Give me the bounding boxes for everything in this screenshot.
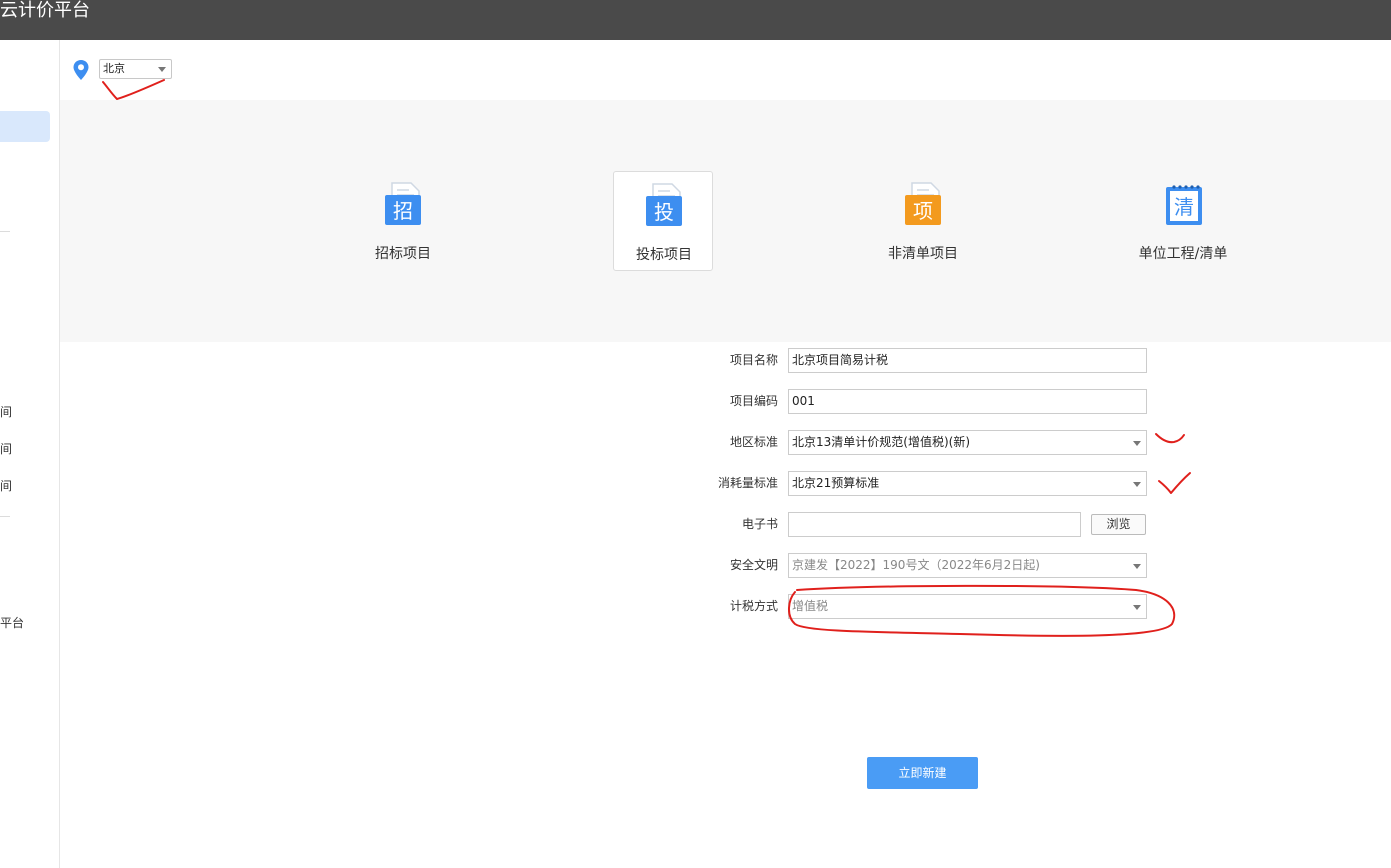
app-title: 云计价平台 [0,0,90,21]
sidebar: 间 间 间 平台 [0,40,60,868]
ebook-input[interactable] [788,512,1081,537]
card-glyph: 项 [913,199,933,223]
chevron-down-icon [1133,441,1141,446]
select-value: 北京21预算标准 [792,476,880,490]
field-label: 项目编码 [729,394,778,408]
tax-method-select[interactable]: 增值税 [788,594,1147,619]
field-label: 项目名称 [729,353,778,367]
field-label: 电子书 [741,517,778,531]
form-row-tax-method: 计税方式 增值税 [700,593,1160,619]
field-label: 计税方式 [729,599,778,613]
project-type-unit-bill[interactable]: 清 单位工程/清单 [1133,171,1233,271]
project-type-tender[interactable]: 招 招标项目 [353,171,453,271]
bid-document-icon: 投 [646,183,682,226]
tender-document-icon: 招 [385,182,421,225]
project-type-panel: 招 招标项目 投 投标项目 项 非清单项目 清 单位工程/清单 [60,100,1391,342]
sidebar-divider [0,516,10,517]
annotation-mark-region [1155,433,1185,444]
project-code-input[interactable]: 001 [788,389,1147,414]
card-label: 投标项目 [636,247,692,263]
city-select-value: 北京 [103,62,125,75]
form-row-safety-civilization: 安全文明 京建发【2022】190号文（2022年6月2日起) [700,552,1160,578]
browse-button[interactable]: 浏览 [1091,514,1146,535]
title-bar: 云计价平台 [0,0,1391,40]
card-label: 单位工程/清单 [1138,246,1228,262]
chevron-down-icon [158,67,166,72]
sidebar-item-label[interactable]: 间 [0,479,12,493]
sidebar-item-label[interactable]: 间 [0,442,12,456]
chevron-down-icon [1133,482,1141,487]
form-row-project-code: 项目编码 001 [700,388,1160,414]
annotation-check-consumption [1158,472,1191,494]
safety-civilization-select[interactable]: 京建发【2022】190号文（2022年6月2日起) [788,553,1147,578]
form-row-consumption-standard: 消耗量标准 北京21预算标准 [700,470,1160,496]
form-row-ebook: 电子书 浏览 [700,511,1160,537]
project-type-non-bill[interactable]: 项 非清单项目 [873,171,973,271]
sidebar-divider [0,231,10,232]
chevron-down-icon [1133,605,1141,610]
form-row-project-name: 项目名称 北京项目简易计税 [700,347,1160,373]
non-bill-document-icon: 项 [905,182,941,225]
card-label: 招标项目 [375,246,431,262]
select-value: 京建发【2022】190号文（2022年6月2日起) [792,558,1040,572]
field-label: 安全文明 [729,558,778,572]
card-glyph: 招 [393,199,413,223]
region-standard-select[interactable]: 北京13清单计价规范(增值税)(新) [788,430,1147,455]
notebook-icon: 清 [1166,185,1202,225]
project-name-input[interactable]: 北京项目简易计税 [788,348,1147,373]
select-value: 增值税 [792,599,829,613]
field-label: 消耗量标准 [717,476,778,490]
chevron-down-icon [1133,564,1141,569]
select-value: 北京13清单计价规范(增值税)(新) [792,435,970,449]
consumption-standard-select[interactable]: 北京21预算标准 [788,471,1147,496]
field-label: 地区标准 [729,435,778,449]
card-glyph: 清 [1174,195,1194,219]
sidebar-item-active[interactable] [0,111,50,142]
city-select[interactable]: 北京 [99,59,172,79]
sidebar-item-label[interactable]: 间 [0,405,12,419]
project-type-bid[interactable]: 投 投标项目 [613,171,713,271]
map-pin-icon [73,60,89,80]
card-glyph: 投 [654,200,674,224]
sidebar-item-label[interactable]: 平台 [0,616,24,630]
create-now-button[interactable]: 立即新建 [867,757,978,789]
form-row-region-standard: 地区标准 北京13清单计价规范(增值税)(新) [700,429,1160,455]
card-label: 非清单项目 [888,246,958,262]
annotation-mark-city [102,79,165,100]
